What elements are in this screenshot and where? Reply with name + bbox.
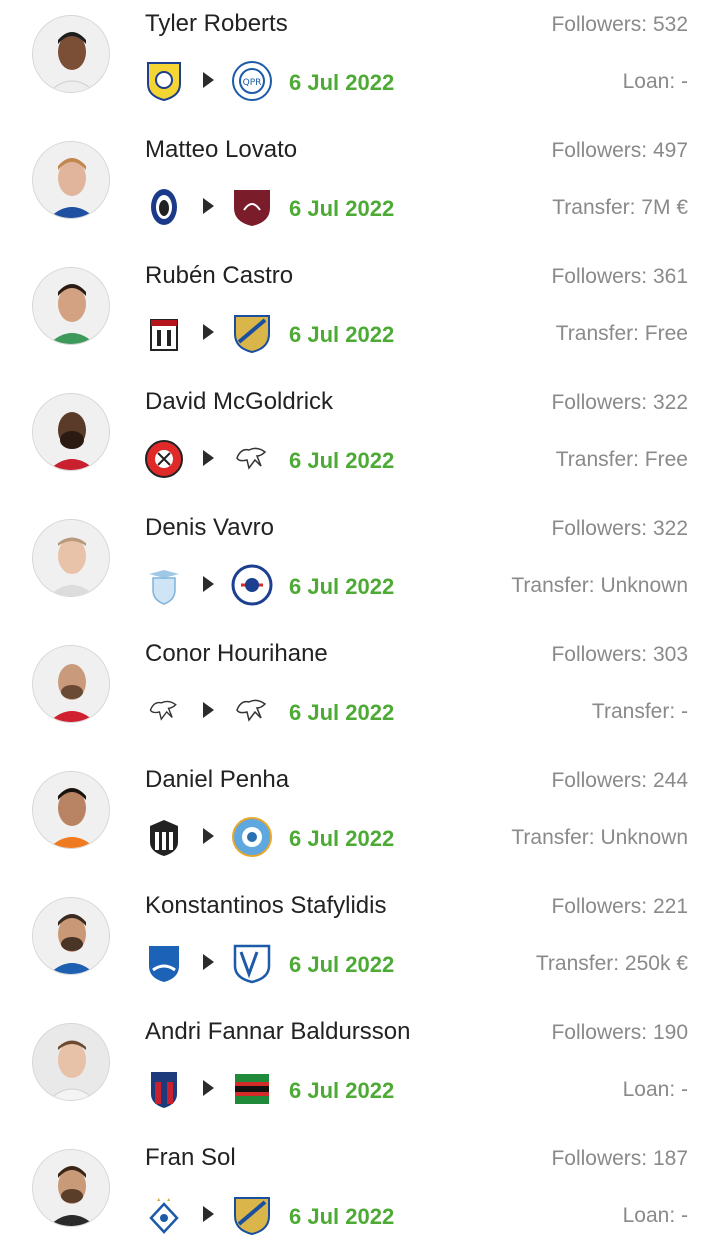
- player-avatar[interactable]: [32, 393, 110, 471]
- transfer-fee: Transfer: 250k €: [535, 952, 688, 975]
- sheffield-united-crest-icon: [145, 440, 183, 478]
- transfer-row[interactable]: Konstantinos Stafylidis Followers: 221 6…: [0, 882, 720, 1008]
- player-avatar[interactable]: [32, 141, 110, 219]
- player-avatar[interactable]: [32, 645, 110, 723]
- player-name[interactable]: Fran Sol: [145, 1144, 236, 1172]
- player-avatar[interactable]: [32, 1023, 110, 1101]
- transfer-fee: Transfer: Unknown: [511, 826, 688, 849]
- transfer-date: 6 Jul 2022: [289, 826, 395, 851]
- followers-count: Followers: 532: [551, 13, 688, 36]
- transfer-row[interactable]: David McGoldrick Followers: 322 6 Jul 20…: [0, 378, 720, 504]
- transfer-row[interactable]: Fran Sol Followers: 187 6 Jul 2022 Loan:…: [0, 1134, 720, 1260]
- qpr-crest-icon: QPR: [232, 61, 272, 101]
- atletico-mineiro-crest-icon: [150, 820, 178, 856]
- transfer-date: 6 Jul 2022: [289, 1078, 395, 1103]
- transfer-arrow-icon: [203, 702, 214, 718]
- transfer-row[interactable]: Conor Hourihane Followers: 303 6 Jul 202…: [0, 630, 720, 756]
- player-name[interactable]: Daniel Penha: [145, 766, 289, 794]
- followers-count: Followers: 497: [551, 139, 688, 162]
- transfer-arrow-icon: [203, 576, 214, 592]
- derby-crest-icon: [149, 700, 177, 721]
- transfer-arrow-icon: [203, 450, 214, 466]
- transfer-fee: Loan: -: [622, 70, 688, 93]
- transfer-arrow-icon: [203, 1080, 214, 1096]
- transfer-fee: Loan: -: [622, 1078, 688, 1101]
- transfer-arrow-icon: [203, 198, 214, 214]
- transfer-fee: Transfer: 7M €: [552, 196, 688, 219]
- transfer-row[interactable]: Tyler Roberts Followers: 532 QPR 6 Jul 2…: [0, 0, 720, 126]
- transfer-arrow-icon: [203, 1206, 214, 1222]
- transfer-date: 6 Jul 2022: [289, 700, 395, 725]
- transfer-fee: Transfer: Free: [555, 322, 688, 345]
- atalanta-crest-icon: [151, 189, 177, 225]
- copenhagen-crest-icon: [231, 564, 273, 606]
- followers-count: Followers: 322: [551, 517, 688, 540]
- transfer-arrow-icon: [203, 828, 214, 844]
- followers-count: Followers: 303: [551, 643, 688, 666]
- transfer-date: 6 Jul 2022: [289, 322, 395, 347]
- followers-count: Followers: 221: [551, 895, 688, 918]
- svg-text:QPR: QPR: [243, 78, 262, 88]
- player-name[interactable]: Denis Vavro: [145, 514, 274, 542]
- lazio-crest-icon: [149, 570, 179, 605]
- player-avatar[interactable]: [32, 519, 110, 597]
- salernitana-crest-icon: [234, 190, 270, 226]
- transfer-fee: Transfer: -: [591, 700, 688, 723]
- transfer-arrow-icon: [203, 324, 214, 340]
- followers-count: Followers: 361: [551, 265, 688, 288]
- transfer-date: 6 Jul 2022: [289, 70, 395, 95]
- transfer-fee: Loan: -: [622, 1204, 688, 1227]
- bochum-crest-icon: [233, 944, 271, 984]
- transfer-fee: Transfer: Unknown: [511, 574, 688, 597]
- dibba-crest-icon: [232, 817, 272, 857]
- transfer-row[interactable]: Daniel Penha Followers: 244 6 Jul 2022 T…: [0, 756, 720, 882]
- player-name[interactable]: Rubén Castro: [145, 262, 293, 290]
- nec-crest-icon: [235, 1074, 269, 1104]
- player-name[interactable]: Conor Hourihane: [145, 640, 328, 668]
- hoffenheim-crest-icon: [149, 946, 179, 982]
- transfer-row[interactable]: Denis Vavro Followers: 322 6 Jul 2022 Tr…: [0, 504, 720, 630]
- followers-count: Followers: 190: [551, 1021, 688, 1044]
- player-name[interactable]: Andri Fannar Baldursson: [145, 1018, 410, 1046]
- transfer-list: Tyler Roberts Followers: 532 QPR 6 Jul 2…: [0, 0, 720, 1260]
- player-name[interactable]: Tyler Roberts: [145, 10, 288, 38]
- player-avatar[interactable]: [32, 15, 110, 93]
- player-avatar[interactable]: [32, 1149, 110, 1227]
- cartagena-crest-icon: [150, 319, 178, 351]
- transfer-date: 6 Jul 2022: [289, 574, 395, 599]
- followers-count: Followers: 322: [551, 391, 688, 414]
- transfer-row[interactable]: Rubén Castro Followers: 361 6 Jul 2022 T…: [0, 252, 720, 378]
- player-avatar[interactable]: [32, 771, 110, 849]
- player-name[interactable]: Konstantinos Stafylidis: [145, 892, 386, 920]
- bologna-crest-icon: [151, 1072, 177, 1108]
- leeds-crest-icon: [147, 62, 181, 102]
- transfer-fee: Transfer: Free: [555, 448, 688, 471]
- transfer-row[interactable]: Matteo Lovato Followers: 497 6 Jul 2022 …: [0, 126, 720, 252]
- malaga-crest-icon: [234, 1197, 270, 1236]
- derby-crest-icon: [236, 447, 267, 470]
- transfer-arrow-icon: [203, 954, 214, 970]
- followers-count: Followers: 187: [551, 1147, 688, 1170]
- derby-crest-icon: [236, 699, 267, 722]
- player-avatar[interactable]: [32, 897, 110, 975]
- player-name[interactable]: David McGoldrick: [145, 388, 333, 416]
- dynamo-kyiv-crest-icon: [149, 1198, 179, 1234]
- transfer-date: 6 Jul 2022: [289, 1204, 395, 1229]
- player-name[interactable]: Matteo Lovato: [145, 136, 297, 164]
- player-avatar[interactable]: [32, 267, 110, 345]
- transfer-date: 6 Jul 2022: [289, 196, 395, 221]
- followers-count: Followers: 244: [551, 769, 688, 792]
- transfer-row[interactable]: Andri Fannar Baldursson Followers: 190 6…: [0, 1008, 720, 1134]
- malaga-crest-icon: [234, 315, 270, 354]
- transfer-arrow-icon: [203, 72, 214, 88]
- transfer-date: 6 Jul 2022: [289, 448, 395, 473]
- transfer-date: 6 Jul 2022: [289, 952, 395, 977]
